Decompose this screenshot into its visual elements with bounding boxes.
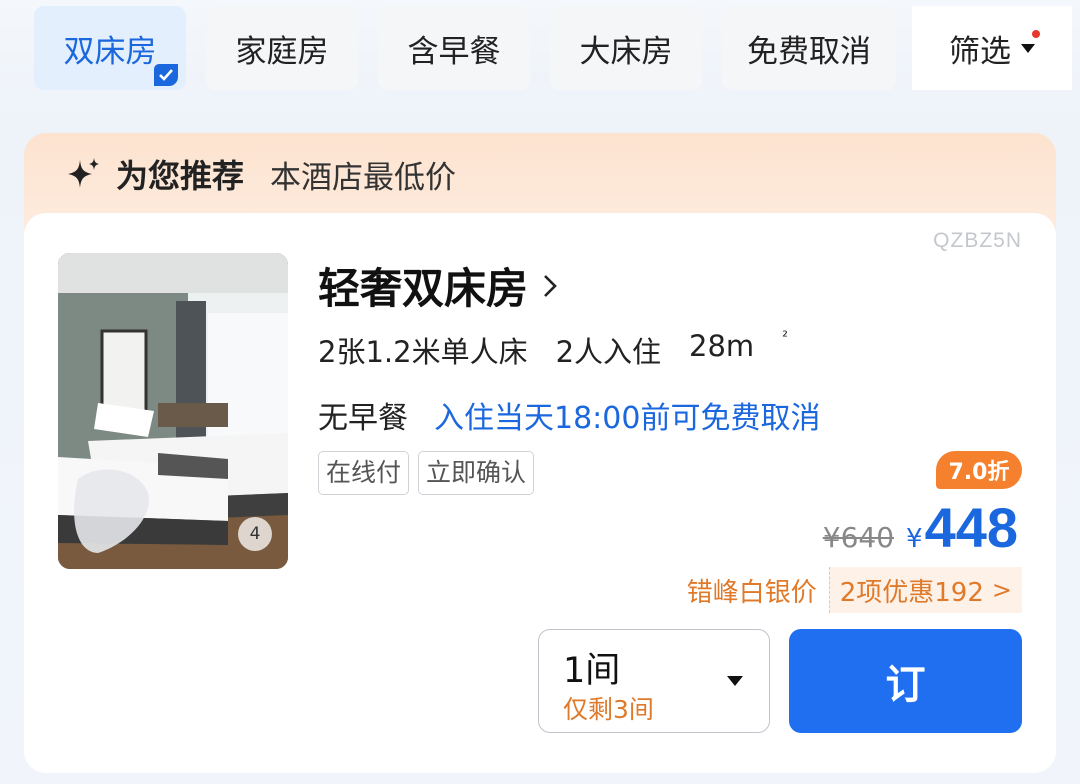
filter-chip-breakfast[interactable]: 含早餐	[378, 6, 530, 90]
chevron-right-icon: >	[991, 576, 1012, 604]
filter-chip-label: 含早餐	[407, 33, 501, 70]
promo-detail: 2项优惠192	[839, 577, 984, 608]
currency-symbol: ¥	[906, 524, 923, 554]
room-code: QZBZ5N	[933, 229, 1022, 252]
quantity-value: 1间	[563, 651, 621, 691]
filter-bar: 双床房 家庭房 含早餐 大床房 免费取消 筛选	[0, 0, 1080, 100]
room-specs: 2张1.2米单人床 2人入住 28m ²	[318, 329, 844, 371]
book-button[interactable]: 订	[789, 629, 1022, 733]
filter-chip-label: 大床房	[579, 33, 673, 70]
room-name: 轻奢双床房	[318, 264, 529, 313]
filter-button[interactable]: 筛选	[912, 6, 1072, 90]
filter-chip-twin-room[interactable]: 双床房	[34, 6, 186, 90]
current-price: 448	[924, 496, 1018, 559]
filter-chip-label: 家庭房	[235, 33, 329, 70]
area-value: 28m	[689, 329, 755, 363]
filter-chip-free-cancel[interactable]: 免费取消	[722, 6, 896, 90]
filter-chip-label: 双床房	[63, 33, 157, 70]
price-row: ¥640 ¥ 448	[823, 495, 1018, 560]
promo-label: 错峰白银价	[686, 577, 817, 608]
caret-down-icon	[1021, 43, 1035, 53]
banner-subtitle: 本酒店最低价	[270, 159, 457, 196]
bed-info: 2张1.2米单人床	[318, 335, 528, 369]
breakfast-info: 无早餐	[318, 401, 408, 436]
room-policy: 无早餐 入住当天18:00前可免费取消	[318, 393, 820, 437]
caret-down-icon	[727, 676, 743, 686]
room-photo[interactable]: 4	[58, 253, 288, 569]
rooms-left: 仅剩3间	[563, 695, 654, 724]
room-tags: 在线付 立即确认	[318, 451, 543, 495]
check-icon	[154, 64, 178, 86]
chevron-right-icon	[544, 274, 557, 297]
filter-chip-family-room[interactable]: 家庭房	[206, 6, 358, 90]
notification-dot	[1032, 30, 1040, 38]
discount-badge: 7.0折	[936, 451, 1022, 489]
room-card[interactable]: QZBZ5N 4 轻奢双床房 2张1.2米单人床 2人入住 28m ² 无早餐 …	[24, 213, 1056, 773]
room-quantity-select[interactable]: 1间 仅剩3间	[538, 629, 770, 733]
banner-title: 为您推荐	[116, 157, 245, 195]
area-info: 28m ²	[689, 329, 816, 371]
photo-count-badge: 4	[238, 517, 272, 551]
guest-info: 2人入住	[555, 335, 662, 369]
tag-online-pay: 在线付	[318, 451, 410, 495]
tag-instant-confirm: 立即确认	[418, 451, 535, 495]
area-unit-sup: ²	[782, 329, 788, 345]
promo-row[interactable]: 错峰白银价 2项优惠192 >	[687, 567, 1022, 613]
filter-chip-label: 免费取消	[747, 33, 871, 70]
cancel-policy[interactable]: 入住当天18:00前可免费取消	[434, 393, 820, 437]
original-price: ¥640	[822, 521, 895, 554]
book-label: 订	[885, 662, 926, 708]
promo-detail-button[interactable]: 2项优惠192 >	[828, 567, 1022, 613]
room-title-link[interactable]: 轻奢双床房	[318, 255, 558, 316]
filter-label: 筛选	[949, 33, 1011, 70]
filter-chip-king-room[interactable]: 大床房	[550, 6, 702, 90]
sparkle-icon	[68, 158, 99, 188]
